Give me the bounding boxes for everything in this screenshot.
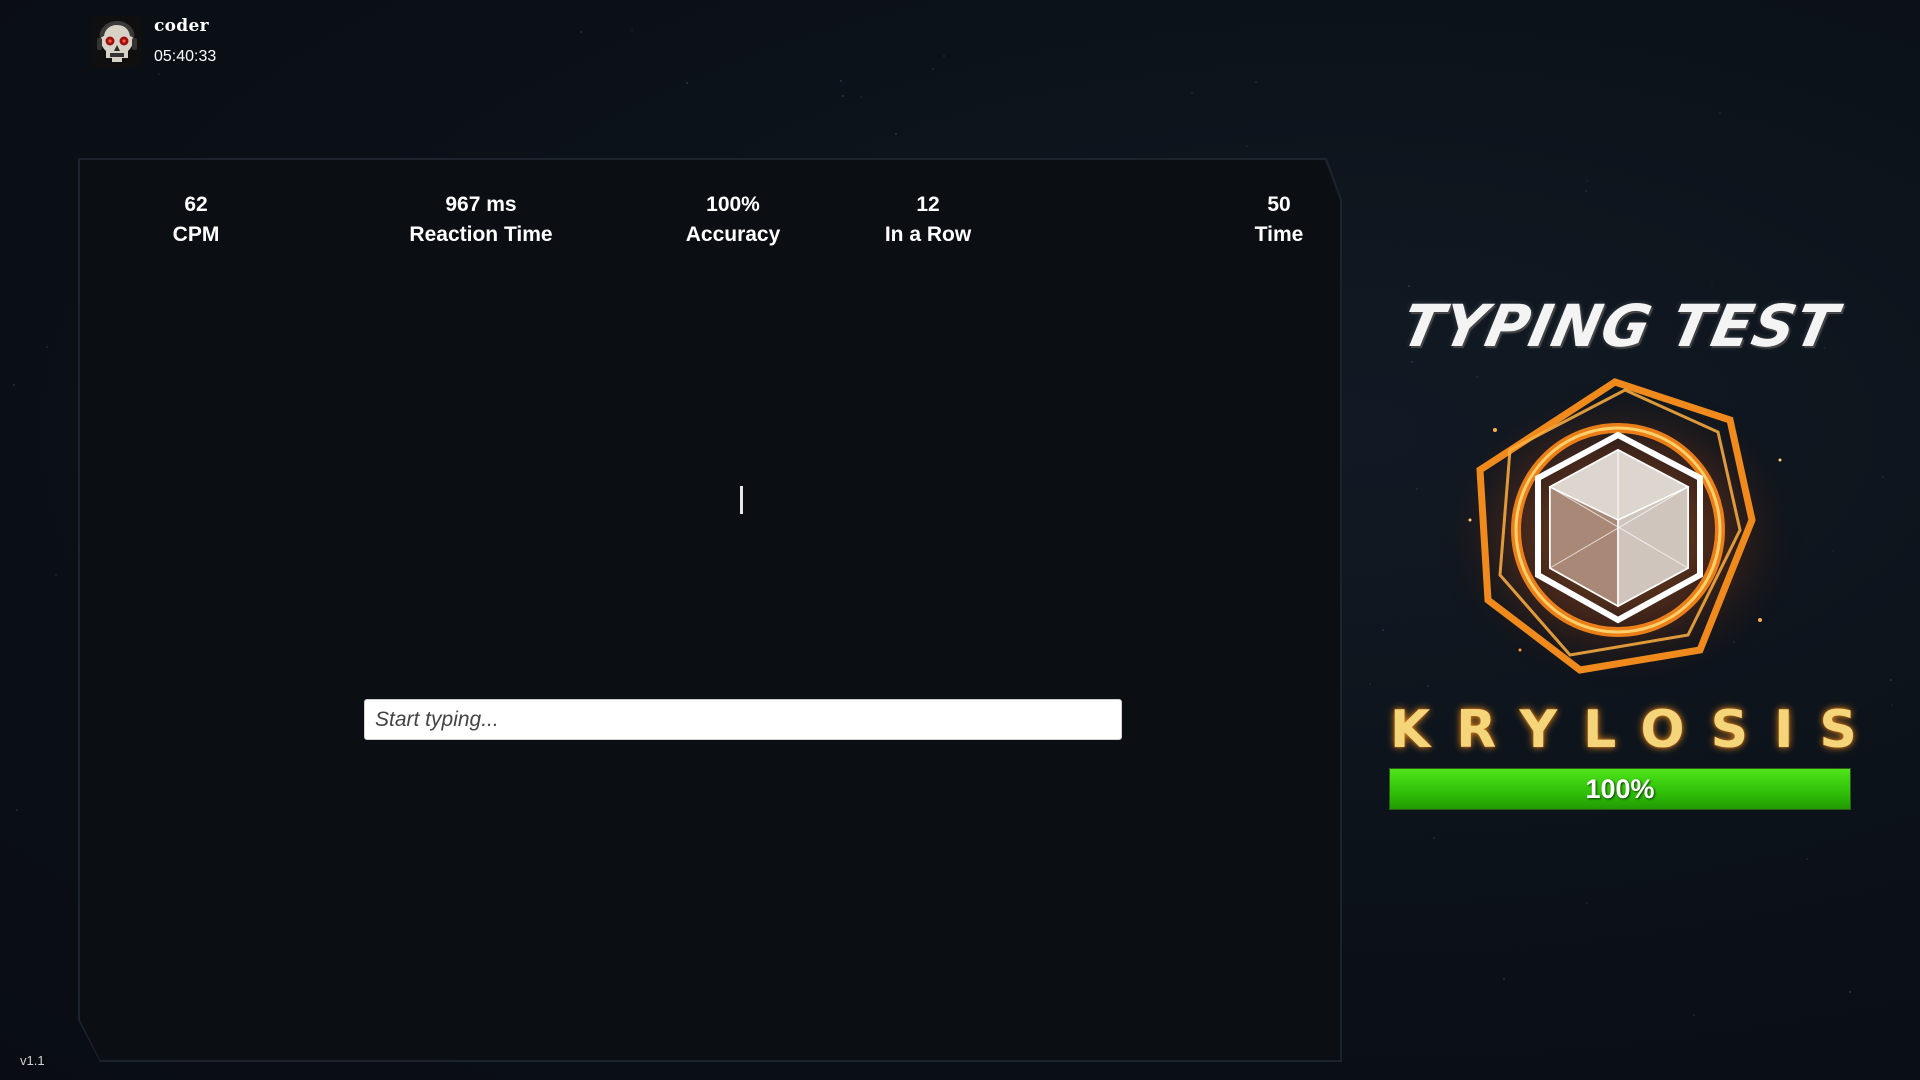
- star: [55, 574, 57, 576]
- stat-cpm: 62 CPM: [173, 190, 220, 250]
- star: [1882, 476, 1884, 478]
- star: [1382, 629, 1384, 631]
- star: [932, 68, 934, 70]
- star: [580, 31, 582, 33]
- star: [1806, 858, 1808, 860]
- stat-in-a-row: 12 In a Row: [885, 190, 971, 250]
- user-info: coder 05:40:33: [92, 16, 216, 68]
- rank-emblem-icon: [1400, 370, 1840, 695]
- star: [1585, 190, 1587, 192]
- star: [1408, 285, 1410, 287]
- rank-progress-label: 100%: [1585, 773, 1655, 804]
- star: [158, 73, 160, 75]
- typing-input[interactable]: [364, 699, 1122, 740]
- star: [1693, 1014, 1695, 1016]
- text-cursor: [740, 486, 743, 514]
- stat-reaction-time-label: Reaction Time: [409, 223, 553, 246]
- game-screen: coder 05:40:33 62 CPM 967 ms Reaction Ti…: [0, 0, 1920, 1080]
- star: [1246, 145, 1248, 147]
- stat-time-label: Time: [1254, 223, 1304, 246]
- star: [1586, 902, 1588, 904]
- typing-test-title: TYPING TEST: [1396, 292, 1844, 360]
- star: [842, 95, 844, 97]
- typing-panel: [80, 160, 1340, 1060]
- stat-reaction-time: 967 ms Reaction Time: [409, 190, 552, 250]
- star: [16, 809, 18, 811]
- star: [631, 29, 633, 31]
- star: [1586, 180, 1588, 182]
- star: [13, 384, 15, 386]
- typing-test-logo: TYPING TEST: [1370, 292, 1870, 372]
- stat-time: 50 Time: [1255, 190, 1304, 250]
- star: [1849, 991, 1851, 993]
- stat-cpm-value: 62: [184, 193, 208, 216]
- stat-accuracy-label: Accuracy: [685, 223, 781, 246]
- star: [895, 133, 897, 135]
- star: [686, 82, 688, 84]
- stat-time-value: 50: [1267, 193, 1291, 216]
- stat-accuracy: 100% Accuracy: [686, 190, 781, 250]
- star: [1711, 282, 1713, 284]
- stat-cpm-label: CPM: [172, 223, 220, 246]
- stat-in-a-row-label: In a Row: [884, 223, 972, 246]
- star: [840, 80, 842, 82]
- rank-progress-bar: 100%: [1389, 768, 1851, 810]
- stat-reaction-time-value: 967 ms: [445, 193, 517, 216]
- rank-name: KRYLOSIS: [1390, 700, 1883, 760]
- star: [1369, 683, 1371, 685]
- version-label: v1.1: [20, 1053, 45, 1068]
- star: [1191, 92, 1193, 94]
- star: [1719, 112, 1721, 114]
- stat-accuracy-value: 100%: [706, 193, 760, 216]
- skull-avatar-icon[interactable]: [92, 16, 142, 68]
- star: [1433, 837, 1435, 839]
- star: [1891, 704, 1893, 706]
- stat-in-a-row-value: 12: [916, 193, 940, 216]
- star: [1890, 679, 1892, 681]
- star: [943, 55, 945, 57]
- username: coder: [154, 16, 209, 36]
- star: [1503, 978, 1505, 980]
- session-time: 05:40:33: [154, 48, 217, 65]
- star: [46, 346, 48, 348]
- star: [860, 96, 862, 98]
- star: [1255, 81, 1257, 83]
